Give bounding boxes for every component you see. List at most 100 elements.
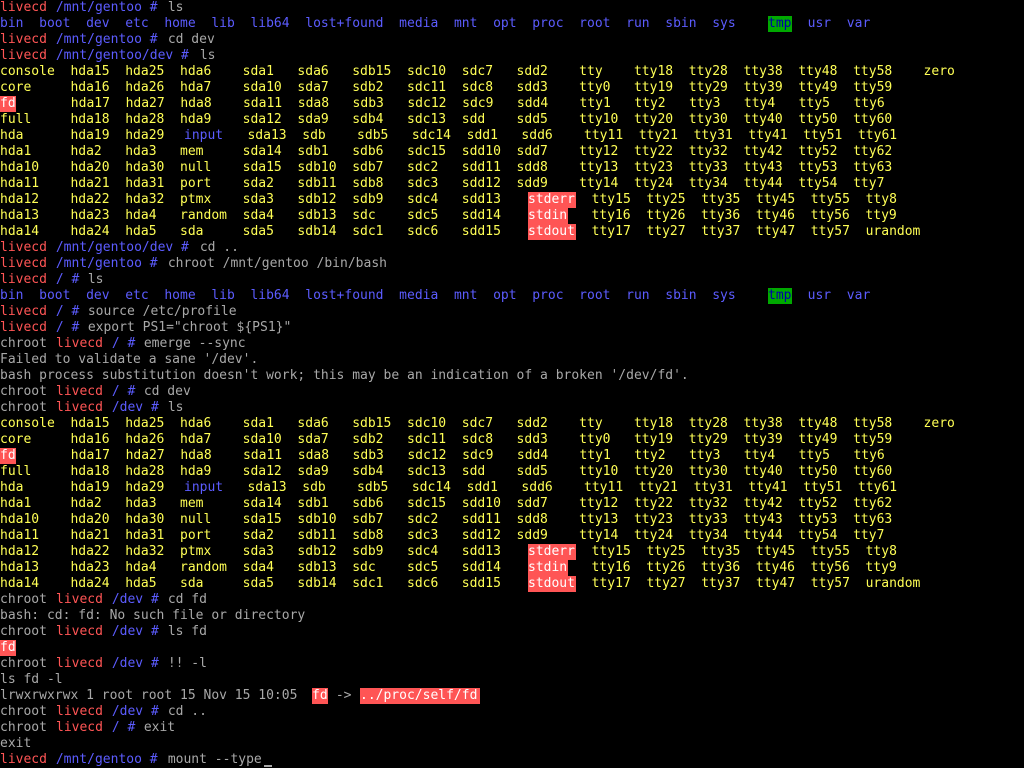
terminal-text: input xyxy=(184,128,224,143)
terminal-text: hda17 hda27 hda8 sda11 sda8 sdb3 sdc12 s… xyxy=(16,448,885,463)
terminal-text: bin boot dev etc home lib lib64 lost+fou… xyxy=(0,288,752,303)
terminal-text: hda12 hda22 hda32 ptmx sda3 sdb12 sdb9 s… xyxy=(0,192,517,207)
terminal-text: hda hda19 hda29 xyxy=(0,480,181,495)
terminal-text: livecd xyxy=(56,592,103,607)
terminal-line: chroot livecd /dev # cd fd xyxy=(0,592,1024,608)
terminal-line: hda14 hda24 hda5 sda sda5 sdb14 sdc1 sdc… xyxy=(0,224,1024,240)
terminal-text: fd xyxy=(0,96,16,112)
terminal-text: hda12 hda22 hda32 ptmx sda3 sdb12 sdb9 s… xyxy=(0,544,517,559)
terminal-text: /mnt/gentoo/dev # xyxy=(48,240,189,255)
terminal-text: cd dev xyxy=(136,384,191,399)
terminal-text: sda13 sdb sdb5 sdc14 sdd1 sdd6 tty11 tty… xyxy=(224,128,898,143)
terminal-text: chroot xyxy=(0,704,55,719)
terminal-text: hda hda19 hda29 xyxy=(0,128,181,143)
terminal-line: bash process substitution doesn't work; … xyxy=(0,368,1024,384)
terminal-text: cd dev xyxy=(160,32,215,47)
terminal-text: /dev # xyxy=(104,704,159,719)
terminal-text: fd xyxy=(0,640,16,656)
terminal-text: /dev # xyxy=(104,592,159,607)
terminal-text: livecd xyxy=(0,240,47,255)
terminal-text: stdout xyxy=(528,224,576,240)
terminal-text: chroot xyxy=(0,720,55,735)
terminal-text: stderr xyxy=(528,192,576,208)
terminal-text: tty16 tty26 tty36 tty46 tty56 tty9 xyxy=(568,560,897,575)
terminal-text: hda11 hda21 hda31 port sda2 sdb11 sdb8 s… xyxy=(0,176,885,191)
terminal-line: hda hda19 hda29 input sda13 sdb sdb5 sdc… xyxy=(0,128,1024,144)
terminal-text: hda11 hda21 hda31 port sda2 sdb11 sdb8 s… xyxy=(0,528,885,543)
terminal-line: bin boot dev etc home lib lib64 lost+fou… xyxy=(0,16,1024,32)
terminal-screen[interactable]: livecd /mnt/gentoo # ls bin boot dev etc … xyxy=(0,0,1024,768)
terminal-line: hda12 hda22 hda32 ptmx sda3 sdb12 sdb9 s… xyxy=(0,544,1024,560)
terminal-line: fd hda17 hda27 hda8 sda11 sda8 sdb3 sdc1… xyxy=(0,448,1024,464)
terminal-line: chroot livecd / # cd dev xyxy=(0,384,1024,400)
terminal-text: /mnt/gentoo/dev # xyxy=(48,48,189,63)
terminal-text: stdin xyxy=(528,560,568,576)
terminal-line: livecd /mnt/gentoo/dev # cd .. xyxy=(0,240,1024,256)
terminal-line: hda10 hda20 hda30 null sda15 sdb10 sdb7 … xyxy=(0,160,1024,176)
terminal-text: livecd xyxy=(56,384,103,399)
terminal-line: hda11 hda21 hda31 port sda2 sdb11 sdb8 s… xyxy=(0,176,1024,192)
terminal-text: tmp xyxy=(768,16,792,32)
terminal-line: console hda15 hda25 hda6 sda1 sda6 sdb15… xyxy=(0,416,1024,432)
terminal-text: core hda16 hda26 hda7 sda10 sda7 sdb2 sd… xyxy=(0,432,893,447)
terminal-text: chroot xyxy=(0,592,55,607)
terminal-line: exit xyxy=(0,736,1024,752)
terminal-text: livecd xyxy=(56,656,103,671)
terminal-text: ls xyxy=(160,0,184,15)
terminal-text: source /etc/profile xyxy=(80,304,237,319)
terminal-line: lrwxrwxrwx 1 root root 15 Nov 15 10:05 f… xyxy=(0,688,1024,704)
terminal-text: tty17 tty27 tty37 tty47 tty57 urandom xyxy=(576,576,921,591)
terminal-text: sda13 sdb sdb5 sdc14 sdd1 sdd6 tty11 tty… xyxy=(224,480,898,495)
terminal-text: exit xyxy=(136,720,176,735)
terminal-text: fd xyxy=(0,448,16,464)
terminal-text: cd .. xyxy=(160,704,207,719)
terminal-text: chroot xyxy=(0,656,55,671)
terminal-line: bin boot dev etc home lib lib64 lost+fou… xyxy=(0,288,1024,304)
terminal-text: exit xyxy=(0,736,32,751)
terminal-text: hda14 hda24 hda5 sda sda5 sdb14 sdc1 sdc… xyxy=(0,224,517,239)
terminal-text: livecd xyxy=(0,32,47,47)
terminal-text: mount --type xyxy=(160,752,262,767)
terminal-text: stderr xyxy=(528,544,576,560)
terminal-text: /dev # xyxy=(104,656,159,671)
terminal-text: ls xyxy=(160,400,184,415)
terminal-text: lrwxrwxrwx 1 root root 15 Nov 15 10:05 xyxy=(0,688,306,703)
terminal-text: /mnt/gentoo # xyxy=(48,752,158,767)
terminal-text: bash process substitution doesn't work; … xyxy=(0,368,689,383)
terminal-text: livecd xyxy=(0,48,47,63)
terminal-line: fd xyxy=(0,640,1024,656)
terminal-line: livecd /mnt/gentoo # ls xyxy=(0,0,1024,16)
terminal-line: hda11 hda21 hda31 port sda2 sdb11 sdb8 s… xyxy=(0,528,1024,544)
terminal-text: /dev # xyxy=(104,400,159,415)
terminal-line: chroot livecd /dev # ls fd xyxy=(0,624,1024,640)
terminal-text: / # xyxy=(104,336,136,351)
terminal-text: ls fd xyxy=(160,624,207,639)
terminal-line: hda14 hda24 hda5 sda sda5 sdb14 sdc1 sdc… xyxy=(0,576,1024,592)
terminal-text: livecd xyxy=(0,304,47,319)
terminal-line: chroot livecd / # exit xyxy=(0,720,1024,736)
terminal-text: hda1 hda2 hda3 mem sda14 sdb1 sdb6 sdc15… xyxy=(0,144,893,159)
terminal-text: Failed to validate a sane '/dev'. xyxy=(0,352,259,367)
terminal-text: full hda18 hda28 hda9 sda12 sda9 sdb4 sd… xyxy=(0,464,893,479)
terminal-text: ls fd -l xyxy=(0,672,63,687)
terminal-line: livecd /mnt/gentoo # mount --type xyxy=(0,752,1024,768)
terminal-line: chroot livecd /dev # ls xyxy=(0,400,1024,416)
terminal-line: core hda16 hda26 hda7 sda10 sda7 sdb2 sd… xyxy=(0,80,1024,96)
terminal-text: chroot xyxy=(0,336,55,351)
terminal-text: cd fd xyxy=(160,592,207,607)
terminal-line: livecd / # export PS1="chroot ${PS1}" xyxy=(0,320,1024,336)
terminal-line: hda hda19 hda29 input sda13 sdb sdb5 sdc… xyxy=(0,480,1024,496)
terminal-line: Failed to validate a sane '/dev'. xyxy=(0,352,1024,368)
terminal-text: hda13 hda23 hda4 random sda4 sdb13 sdc s… xyxy=(0,560,517,575)
terminal-line: console hda15 hda25 hda6 sda1 sda6 sdb15… xyxy=(0,64,1024,80)
terminal-text: usr var xyxy=(792,16,871,31)
terminal-text: stdout xyxy=(528,576,576,592)
terminal-line: fd hda17 hda27 hda8 sda11 sda8 sdb3 sdc1… xyxy=(0,96,1024,112)
terminal-line: hda10 hda20 hda30 null sda15 sdb10 sdb7 … xyxy=(0,512,1024,528)
terminal-text: ls xyxy=(80,272,104,287)
terminal-text: ../proc/self/fd xyxy=(360,688,480,704)
terminal-text: chroot /mnt/gentoo /bin/bash xyxy=(160,256,387,271)
terminal-text: livecd xyxy=(0,752,47,767)
terminal-text: bin boot dev etc home lib lib64 lost+fou… xyxy=(0,16,752,31)
terminal-text: chroot xyxy=(0,624,55,639)
